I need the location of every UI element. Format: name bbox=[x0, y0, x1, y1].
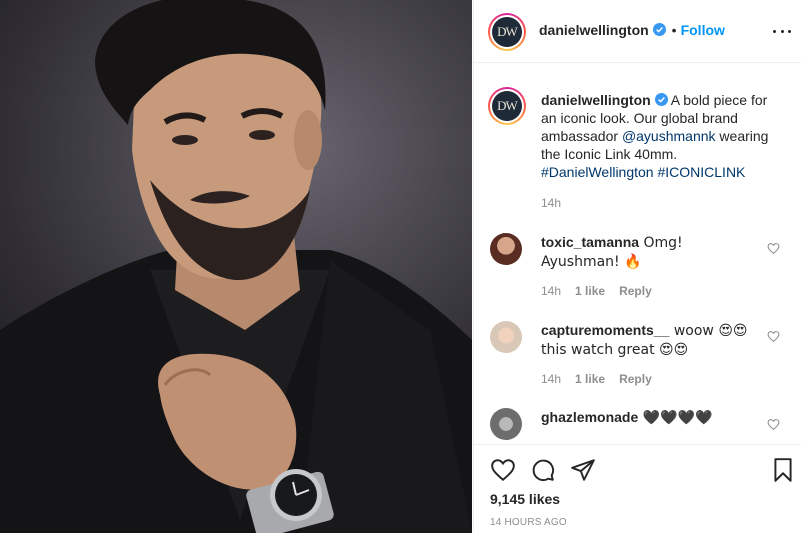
more-icon[interactable] bbox=[773, 22, 791, 40]
comments-section[interactable]: DW danielwellington A bold piece for an … bbox=[474, 64, 801, 444]
mention-link[interactable]: @ayushmannk bbox=[622, 128, 716, 144]
separator-dot: • bbox=[671, 22, 677, 38]
comment: ghazlemonade 🖤🖤🖤🖤 bbox=[541, 408, 761, 427]
follow-button[interactable]: Follow bbox=[681, 22, 725, 38]
caption: danielwellington A bold piece for an ico… bbox=[541, 91, 779, 181]
comment-time[interactable]: 14h bbox=[541, 372, 561, 386]
bookmark-icon[interactable] bbox=[770, 457, 796, 483]
share-icon[interactable] bbox=[570, 457, 596, 483]
comment-likes[interactable]: 1 like bbox=[575, 372, 605, 386]
hashtag-link[interactable]: #ICONICLINK bbox=[657, 164, 745, 180]
post-photo[interactable] bbox=[0, 0, 472, 533]
heart-icon[interactable] bbox=[767, 330, 780, 343]
dw-logo: DW bbox=[492, 17, 522, 47]
post-sidebar: DW danielwellington • Follow DW danielwell… bbox=[473, 0, 801, 533]
caption-avatar[interactable]: DW bbox=[488, 87, 526, 125]
post-actions: 9,145 likes 14 HOURS AGO bbox=[474, 444, 801, 533]
comment-text: 🖤🖤🖤🖤 bbox=[638, 410, 713, 426]
comment-meta: 14h 1 like Reply bbox=[541, 372, 652, 386]
heart-icon[interactable] bbox=[490, 457, 516, 483]
comment-icon[interactable] bbox=[530, 457, 556, 483]
caption-time[interactable]: 14h bbox=[541, 196, 561, 210]
commenter-avatar[interactable] bbox=[490, 233, 522, 265]
comment-username[interactable]: capturemoments__ bbox=[541, 322, 669, 338]
hashtag-link[interactable]: #DanielWellington bbox=[541, 164, 654, 180]
post-header: DW danielwellington • Follow bbox=[474, 0, 801, 63]
comment-username[interactable]: toxic_tamanna bbox=[541, 234, 639, 250]
heart-icon[interactable] bbox=[767, 242, 780, 255]
account-username[interactable]: danielwellington bbox=[539, 22, 649, 38]
heart-icon[interactable] bbox=[767, 418, 780, 431]
commenter-avatar[interactable] bbox=[490, 321, 522, 353]
account-avatar[interactable]: DW bbox=[488, 13, 526, 51]
comment-meta: 14h 1 like Reply bbox=[541, 284, 652, 298]
comment: toxic_tamanna Omg! Ayushman! 🔥 bbox=[541, 233, 761, 271]
caption-username[interactable]: danielwellington bbox=[541, 92, 651, 108]
commenter-avatar[interactable] bbox=[490, 408, 522, 440]
dw-logo: DW bbox=[492, 91, 522, 121]
comment: capturemoments__ woow 😍😍 this watch grea… bbox=[541, 321, 761, 359]
post-timestamp[interactable]: 14 HOURS AGO bbox=[490, 517, 567, 528]
comment-username[interactable]: ghazlemonade bbox=[541, 409, 638, 425]
reply-button[interactable]: Reply bbox=[619, 372, 652, 386]
verified-icon bbox=[654, 93, 668, 106]
likes-count[interactable]: 9,145 likes bbox=[490, 491, 560, 507]
reply-button[interactable]: Reply bbox=[619, 284, 652, 298]
comment-likes[interactable]: 1 like bbox=[575, 284, 605, 298]
comment-time[interactable]: 14h bbox=[541, 284, 561, 298]
post-image bbox=[0, 0, 472, 533]
verified-icon bbox=[652, 23, 666, 36]
